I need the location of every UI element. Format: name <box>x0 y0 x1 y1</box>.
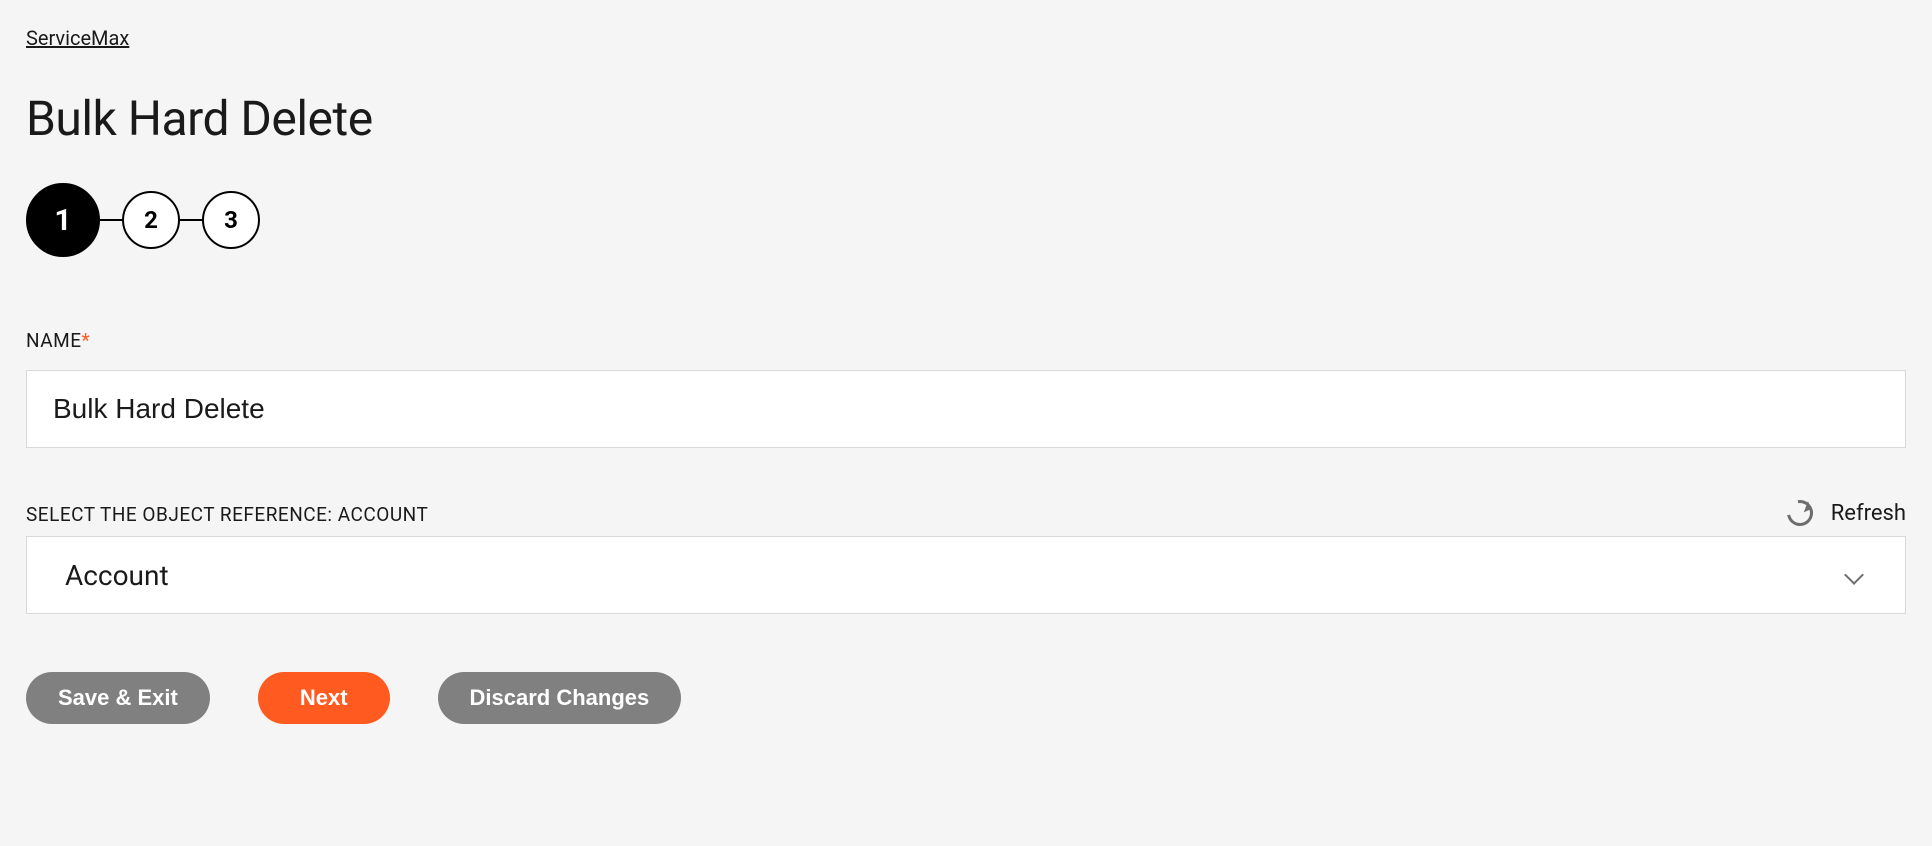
wizard-stepper: 1 2 3 <box>26 183 1906 257</box>
next-button[interactable]: Next <box>258 672 390 724</box>
name-field-label: NAME* <box>26 329 1906 352</box>
page-title: Bulk Hard Delete <box>26 90 1906 147</box>
object-ref-select[interactable]: Account <box>26 536 1906 614</box>
required-asterisk: * <box>82 329 91 352</box>
chevron-down-icon <box>1844 565 1864 585</box>
object-ref-selected-value: Account <box>65 559 169 592</box>
refresh-label: Refresh <box>1831 501 1906 526</box>
object-ref-label: SELECT THE OBJECT REFERENCE: ACCOUNT <box>26 503 428 526</box>
name-label-text: NAME <box>26 329 82 352</box>
name-input[interactable] <box>26 370 1906 448</box>
save-exit-button[interactable]: Save & Exit <box>26 672 210 724</box>
step-3[interactable]: 3 <box>202 191 260 249</box>
refresh-icon <box>1782 495 1818 531</box>
breadcrumb-root-link[interactable]: ServiceMax <box>26 26 129 50</box>
step-2[interactable]: 2 <box>122 191 180 249</box>
step-connector <box>180 219 202 221</box>
discard-button[interactable]: Discard Changes <box>438 672 682 724</box>
step-1[interactable]: 1 <box>26 183 100 257</box>
refresh-button[interactable]: Refresh <box>1787 500 1906 526</box>
action-button-row: Save & Exit Next Discard Changes <box>26 672 1906 724</box>
breadcrumb: ServiceMax <box>26 26 1906 50</box>
step-connector <box>100 219 122 221</box>
